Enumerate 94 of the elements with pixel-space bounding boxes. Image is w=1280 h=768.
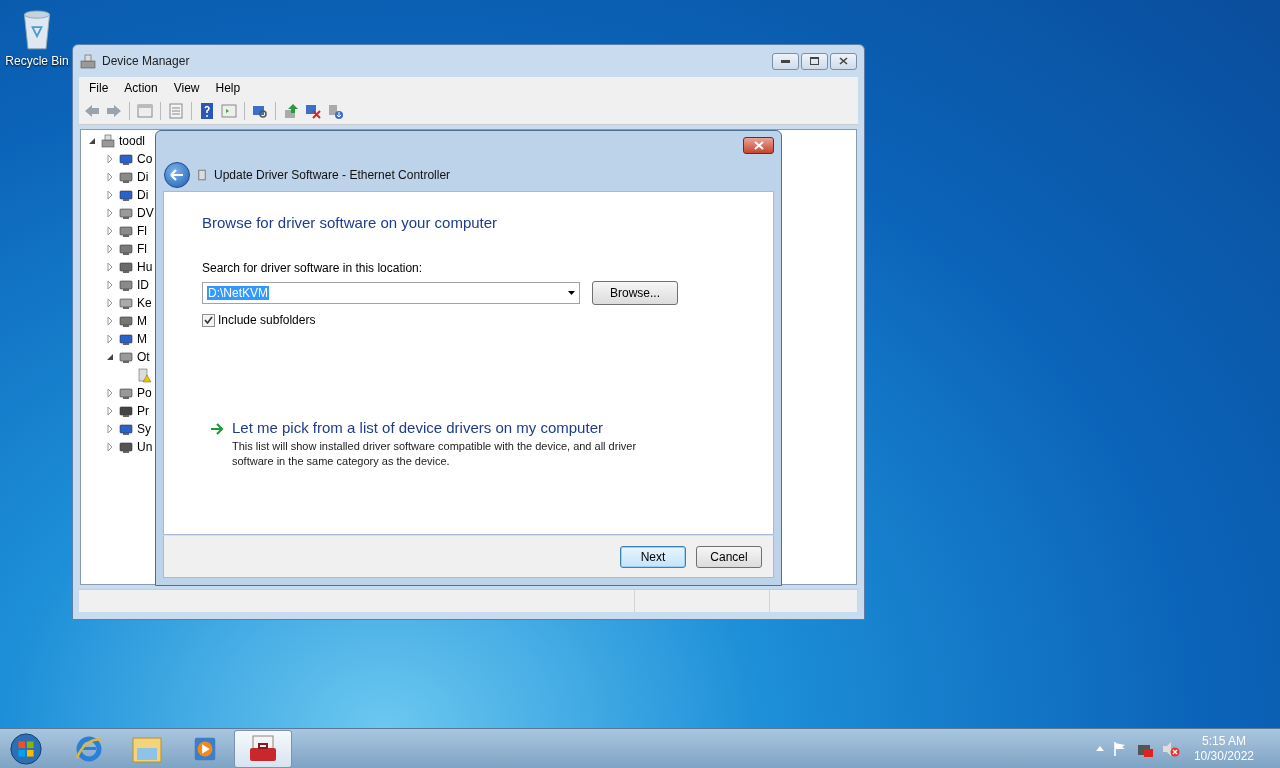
expand-arrow-icon[interactable] <box>105 388 115 398</box>
device-icon <box>118 313 134 329</box>
device-icon <box>118 439 134 455</box>
close-icon <box>753 140 764 150</box>
panel-icon[interactable] <box>136 102 154 120</box>
back-button[interactable] <box>164 162 190 188</box>
enable-device-icon[interactable] <box>326 102 344 120</box>
expand-arrow-icon[interactable] <box>105 316 115 326</box>
tree-item[interactable]: Di <box>137 170 149 184</box>
arrow-icon[interactable] <box>210 423 224 435</box>
device-icon <box>118 331 134 347</box>
tree-item[interactable]: Po <box>137 386 152 400</box>
expand-arrow-icon[interactable] <box>105 406 115 416</box>
window-title: Device Manager <box>102 54 191 68</box>
menu-item[interactable]: File <box>81 80 117 95</box>
tree-item[interactable]: Pr <box>137 404 149 418</box>
expand-arrow-icon[interactable] <box>105 280 115 290</box>
device-icon <box>118 259 134 275</box>
expand-arrow-icon[interactable] <box>105 154 115 164</box>
close-icon <box>839 57 848 65</box>
back-arrow-icon[interactable] <box>83 102 101 120</box>
update-driver-icon[interactable] <box>282 102 300 120</box>
device-icon <box>118 295 134 311</box>
expand-arrow-icon[interactable] <box>105 334 115 344</box>
muted-speaker-icon[interactable] <box>1161 740 1180 757</box>
device-icon <box>118 205 134 221</box>
field-label: Search for driver software in this location: <box>202 261 424 275</box>
tree-item[interactable]: Ot <box>137 350 150 364</box>
tree-item[interactable]: ID <box>137 278 149 292</box>
pick-driver-link[interactable]: Let me pick from a list of device drivers on my computer <box>232 419 677 436</box>
menu-item[interactable]: Action <box>116 80 166 95</box>
dialog-title: Update Driver Software - Ethernet Controller <box>214 168 451 182</box>
device-icon <box>118 187 134 203</box>
maximize-button[interactable] <box>801 52 828 70</box>
device-icon <box>118 241 134 257</box>
desktop-icon-label[interactable]: Recycle Bin <box>5 54 69 68</box>
expand-arrow-icon[interactable] <box>105 244 115 254</box>
device-icon <box>118 151 134 167</box>
expand-arrow-icon[interactable] <box>105 298 115 308</box>
cancel-button[interactable]: Cancel <box>696 545 762 568</box>
device-icon <box>118 403 134 419</box>
dialog-heading: Browse for driver software on your computer <box>202 214 499 231</box>
minimize-icon <box>781 59 790 63</box>
link-description: This list will show installed driver software compatible with the device, and all driver software in the same category as the device. <box>232 439 638 469</box>
help-icon[interactable] <box>198 102 216 120</box>
toolbox-icon <box>247 733 279 764</box>
device-icon <box>118 421 134 437</box>
device-icon <box>118 223 134 239</box>
device-icon <box>118 169 134 185</box>
tree-item[interactable]: Hu <box>137 260 153 274</box>
menu-item[interactable]: Help <box>207 80 249 95</box>
menu-item[interactable]: View <box>165 80 208 95</box>
device-icon <box>118 385 134 401</box>
collapse-arrow-icon[interactable] <box>105 352 115 362</box>
computer-icon <box>100 133 116 149</box>
expand-arrow-icon[interactable] <box>105 442 115 452</box>
taskbar-button[interactable] <box>234 729 292 768</box>
expand-arrow-icon[interactable] <box>105 262 115 272</box>
tree-item[interactable]: M <box>137 314 147 328</box>
close-button[interactable] <box>743 136 774 154</box>
tree-item[interactable]: M <box>137 332 147 346</box>
tree-item[interactable]: Fl <box>137 224 147 238</box>
dropdown-arrow-icon[interactable] <box>568 291 575 295</box>
maximize-icon <box>810 57 819 65</box>
show-hidden-icons-arrow-icon[interactable] <box>1095 746 1104 751</box>
back-arrow-icon <box>170 169 184 181</box>
checkbox-label[interactable]: Include subfolders <box>218 313 316 327</box>
device-icon <box>118 349 134 365</box>
tree-item[interactable]: DV <box>137 206 154 220</box>
expand-arrow-icon[interactable] <box>105 172 115 182</box>
tree-item[interactable]: toodl <box>119 134 146 148</box>
tree-item[interactable]: Co <box>137 152 153 166</box>
next-button[interactable]: Next <box>620 545 686 568</box>
browse-button[interactable]: Browse... <box>592 281 678 305</box>
device-icon <box>198 168 206 182</box>
expand-arrow-icon[interactable] <box>105 226 115 236</box>
device-icon <box>118 277 134 293</box>
properties-icon[interactable] <box>167 102 185 120</box>
checkbox[interactable] <box>202 313 215 327</box>
forward-arrow-icon[interactable] <box>105 102 123 120</box>
start-orb-icon <box>9 731 43 766</box>
expand-arrow-icon[interactable] <box>105 208 115 218</box>
uninstall-icon[interactable] <box>304 102 322 120</box>
minimize-button[interactable] <box>772 52 799 70</box>
close-button[interactable] <box>830 52 857 70</box>
tree-item[interactable]: Di <box>137 188 149 202</box>
tree-item[interactable]: Un <box>137 440 153 454</box>
expand-arrow-icon[interactable] <box>105 424 115 434</box>
expand-arrow-icon[interactable] <box>105 190 115 200</box>
tree-item[interactable]: Ke <box>137 296 152 310</box>
tree-item[interactable]: Fl <box>137 242 147 256</box>
device-manager-icon <box>80 53 96 69</box>
tree-item[interactable]: Sy <box>137 422 151 436</box>
collapse-arrow-icon[interactable] <box>87 136 97 146</box>
